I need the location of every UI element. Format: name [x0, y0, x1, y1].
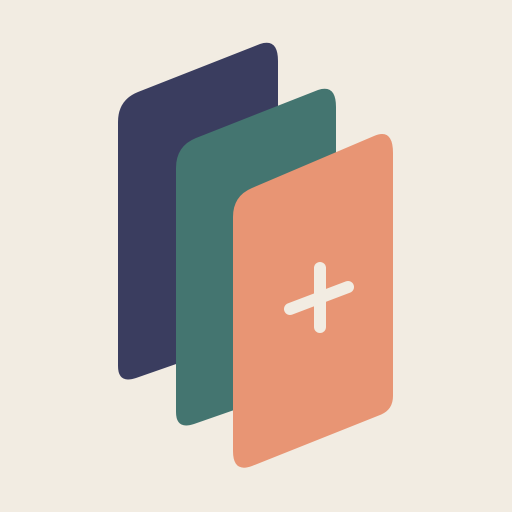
app-icon-canvas: [0, 0, 512, 512]
stacked-cards-add-icon: [0, 0, 512, 512]
